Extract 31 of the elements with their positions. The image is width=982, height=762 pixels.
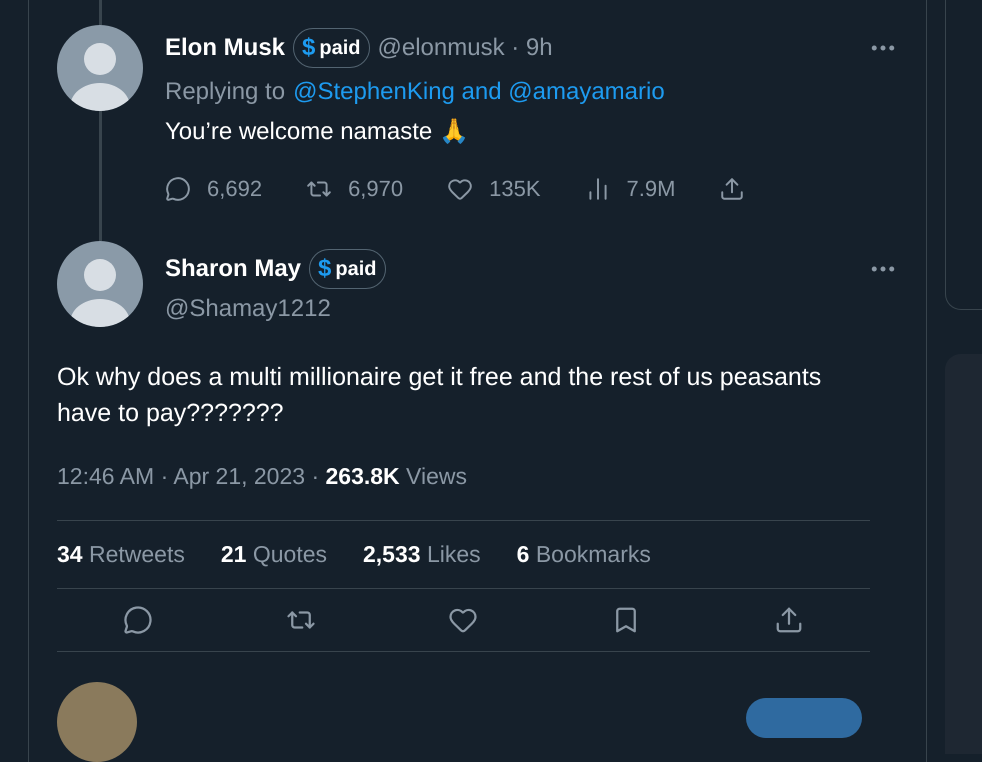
paid-badge: $ paid — [293, 28, 370, 68]
share-button[interactable] — [719, 176, 746, 202]
tweet-text: Ok why does a multi millionaire get it free and the rest of us peasants have to pay??????? — [57, 362, 822, 429]
author-name[interactable]: Elon Musk — [165, 30, 286, 66]
replying-label: Replying to — [165, 77, 286, 107]
share-button[interactable] — [774, 605, 804, 636]
retweet-button[interactable]: 6,970 — [306, 172, 404, 205]
author-handle[interactable]: @elonmusk · 9h — [378, 30, 553, 66]
action-count: 7.9M — [626, 175, 676, 203]
action-count: 135K — [489, 175, 541, 203]
share-icon — [774, 605, 804, 636]
author-handle[interactable]: @Shamay1212 — [165, 291, 331, 327]
mention-link[interactable]: @StephenKing and @amayamario — [293, 74, 665, 110]
share-icon — [719, 176, 746, 202]
stat-link[interactable]: 2,533 Likes — [363, 537, 481, 572]
paid-badge: $ paid — [309, 249, 386, 289]
stat-link[interactable]: 6 Bookmarks — [516, 537, 651, 572]
pill-button[interactable] — [746, 698, 862, 738]
views-button[interactable]: 7.9M — [584, 172, 676, 205]
action-count: 6,970 — [348, 175, 404, 203]
stat-link[interactable]: 21 Quotes — [220, 537, 327, 572]
action-count: 6,692 — [207, 175, 262, 203]
reply-icon — [123, 605, 154, 636]
author-name[interactable]: Sharon May — [165, 251, 302, 287]
reply-button[interactable] — [123, 605, 154, 636]
tweet-text: You’re welcome namaste 🙏 — [165, 117, 470, 147]
reply-icon — [165, 176, 191, 202]
like-button[interactable]: 135K — [447, 172, 541, 205]
reply-button[interactable]: 6,692 — [165, 172, 262, 205]
tweet-meta: 12:46 AM · Apr 21, 2023 · 263.8K Views — [57, 462, 468, 491]
stat-link[interactable]: 34 Retweets — [57, 537, 185, 572]
